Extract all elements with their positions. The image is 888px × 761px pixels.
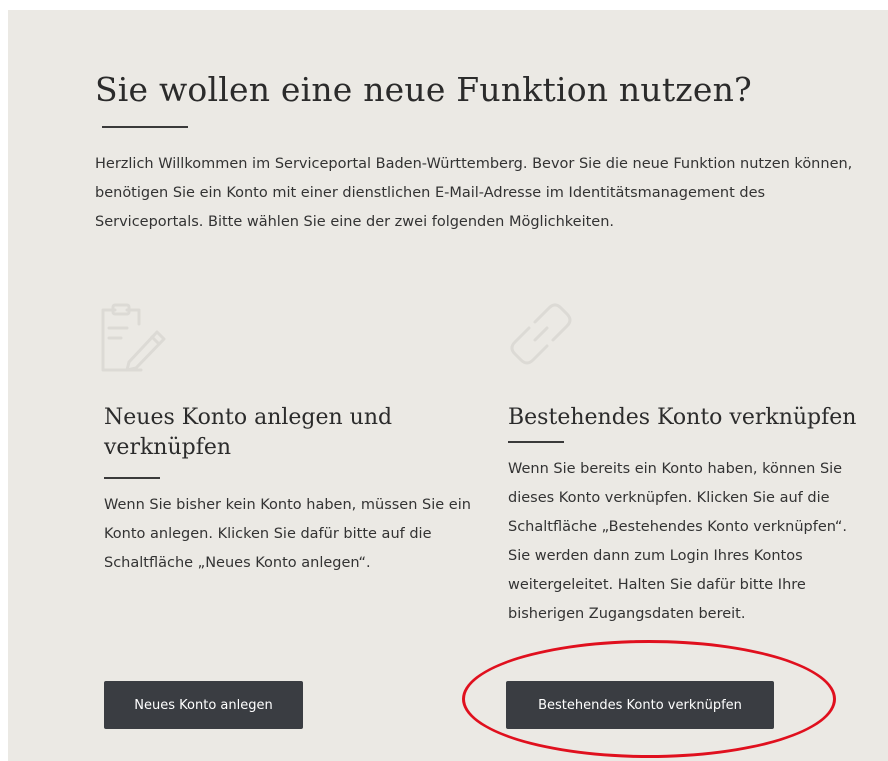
page-title: Sie wollen eine neue Funktion nutzen? [95, 70, 752, 109]
existing-account-text: Wenn Sie bereits ein Konto haben, können… [508, 461, 848, 622]
content-panel [8, 10, 888, 761]
link-icon [510, 303, 572, 365]
intro-text: Herzlich Willkommen im Serviceportal Bad… [95, 156, 853, 230]
existing-account-button[interactable]: Bestehendes Konto verknüpfen [506, 681, 774, 729]
clipboard-edit-icon [101, 303, 166, 372]
existing-account-divider [508, 441, 564, 443]
new-account-button[interactable]: Neues Konto anlegen [104, 681, 303, 729]
new-account-title: Neues Konto anlegen und verknüpfen [104, 405, 393, 460]
title-divider [102, 126, 188, 128]
existing-account-title: Bestehendes Konto verknüpfen [508, 405, 857, 430]
new-account-divider [104, 477, 160, 479]
new-account-text: Wenn Sie bisher kein Konto haben, müssen… [104, 497, 471, 571]
